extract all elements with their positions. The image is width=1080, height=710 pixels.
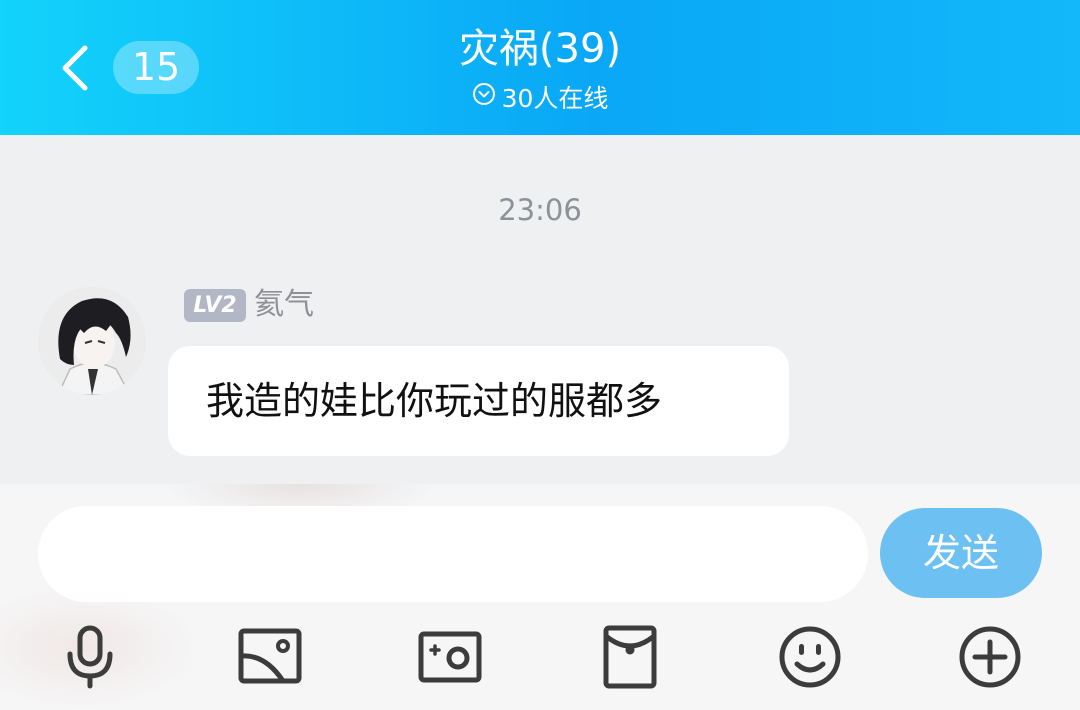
emoji-button[interactable] <box>775 622 845 692</box>
message-timestamp: 23:06 <box>498 193 582 227</box>
plus-icon <box>959 626 1021 688</box>
voice-button[interactable] <box>55 622 125 692</box>
emoji-icon <box>779 626 841 688</box>
online-status-text: 30人在线 <box>501 84 609 113</box>
send-button[interactable]: 发送 <box>880 508 1042 598</box>
red-envelope-icon <box>603 625 657 689</box>
sender-name[interactable]: 氦气 <box>254 286 314 324</box>
message-bubble[interactable]: 我造的娃比你玩过的服都多 <box>168 346 789 456</box>
more-button[interactable] <box>955 622 1025 692</box>
red-envelope-button[interactable] <box>595 622 665 692</box>
microphone-icon <box>67 625 113 689</box>
message-input[interactable] <box>38 506 868 602</box>
avatar[interactable] <box>38 287 146 395</box>
chat-header: 15 灾祸(39) 30人在线 <box>0 0 1080 135</box>
camera-icon <box>418 631 482 683</box>
image-button[interactable] <box>235 622 305 692</box>
level-badge: LV2 <box>184 289 246 322</box>
camera-button[interactable] <box>415 622 485 692</box>
image-icon <box>238 628 302 684</box>
online-status[interactable]: 30人在线 <box>0 82 1080 117</box>
group-title[interactable]: 灾祸(39) <box>0 20 1080 78</box>
chevron-down-circle-icon <box>472 81 496 115</box>
